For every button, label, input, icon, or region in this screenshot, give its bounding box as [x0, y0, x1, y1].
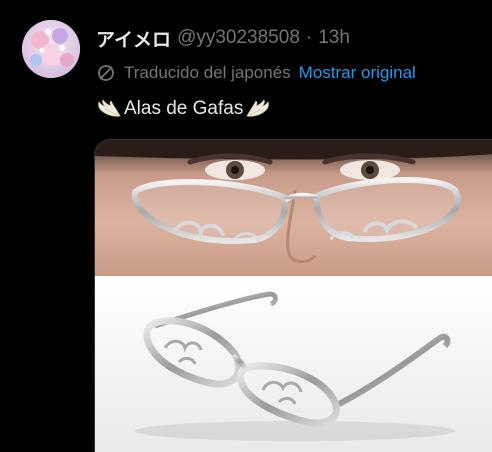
photo-face-wearing-glasses: [95, 140, 492, 276]
separator-dot: ·: [305, 27, 313, 48]
avatar[interactable]: [22, 20, 80, 78]
angel-wing-icon: [96, 98, 122, 120]
tweet[interactable]: アイメロ @yy30238508 · 13h Traducido del jap…: [0, 0, 492, 452]
tweet-text: Alas de Gafas: [96, 95, 271, 123]
tweet-media[interactable]: [94, 139, 492, 452]
photo-glasses-product: [95, 276, 492, 452]
tweet-body: Alas de Gafas: [124, 98, 244, 119]
avatar-image: [22, 20, 80, 78]
translated-from-label: Traducido del japonés: [124, 63, 291, 82]
translation-notice: Traducido del japonés Mostrar original: [96, 62, 416, 84]
angel-wing-icon: [245, 98, 271, 120]
show-original-link[interactable]: Mostrar original: [299, 63, 416, 83]
display-name[interactable]: アイメロ: [96, 25, 171, 52]
tweet-header: アイメロ @yy30238508 · 13h: [96, 25, 350, 52]
user-handle[interactable]: @yy30238508: [177, 27, 300, 49]
translate-icon: [96, 63, 116, 83]
timestamp[interactable]: 13h: [318, 27, 350, 49]
